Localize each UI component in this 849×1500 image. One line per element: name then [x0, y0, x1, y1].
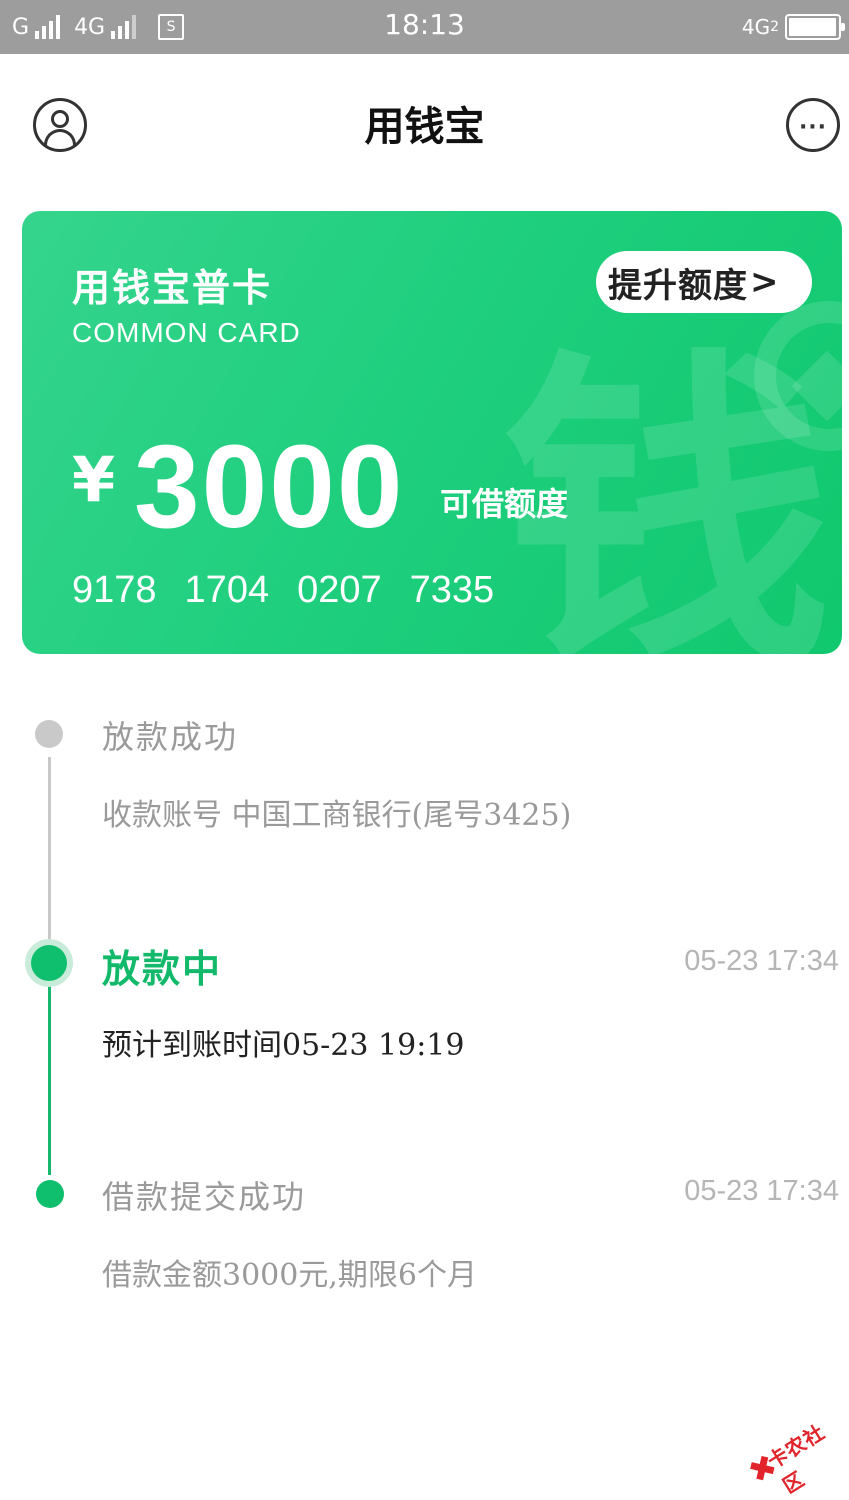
- timeline-dot: [36, 1180, 64, 1208]
- step-time: 05-23 17:34: [684, 945, 839, 977]
- credit-amount: 3000: [134, 421, 405, 553]
- card-number-group: 0207: [297, 569, 382, 611]
- battery-icon: [785, 14, 845, 40]
- step-desc: 预计到账时间05-23 19:19: [102, 1028, 465, 1063]
- watermark-text: 卡农社区: [763, 1419, 830, 1498]
- more-dots-icon: ···: [798, 115, 828, 140]
- credit-amount-label: 可借额度: [440, 485, 569, 523]
- timeline-connector: [48, 757, 51, 939]
- chevron-right-icon: >: [750, 262, 779, 302]
- raise-limit-label: 提升额度: [608, 265, 748, 306]
- step-title: 放款成功: [102, 718, 239, 756]
- network-label: 4G: [741, 15, 771, 39]
- app-header: 用钱宝 ···: [0, 54, 849, 194]
- site-watermark-logo: ✖ 卡农社区: [727, 1385, 849, 1500]
- card-number-group: 9178: [72, 569, 157, 611]
- step-title: 借款提交成功: [102, 1178, 307, 1216]
- card-number-group: 7335: [409, 569, 495, 611]
- currency-symbol: ¥: [72, 443, 116, 516]
- timeline-connector: [48, 985, 51, 1175]
- card-name: 用钱宝普卡: [72, 265, 273, 310]
- status-right: 4G 2: [741, 10, 845, 44]
- step-title: 放款中: [102, 946, 223, 991]
- timeline-dot: [35, 720, 63, 748]
- timeline-dot-active: [31, 945, 67, 981]
- card-subtitle: COMMON CARD: [72, 317, 301, 348]
- step-desc: 借款金额3000元,期限6个月: [102, 1258, 477, 1293]
- more-button[interactable]: ···: [786, 98, 840, 152]
- status-bar: G 4G S 18:13 4G 2: [0, 0, 849, 54]
- raise-limit-button[interactable]: 提升额度 >: [596, 251, 812, 313]
- card-number: 9178 1704 0207 7335: [72, 569, 494, 612]
- card-number-group: 1704: [184, 569, 270, 611]
- network-sub-label: 2: [770, 19, 779, 35]
- credit-card: 钱 用钱宝普卡 COMMON CARD 提升额度 > ¥ 3000 可借额度 9…: [22, 211, 842, 654]
- step-time: 05-23 17:34: [684, 1175, 839, 1207]
- status-time: 18:13: [384, 8, 465, 41]
- page-title: 用钱宝: [364, 103, 485, 150]
- step-desc: 收款账号 中国工商银行(尾号3425): [102, 798, 572, 833]
